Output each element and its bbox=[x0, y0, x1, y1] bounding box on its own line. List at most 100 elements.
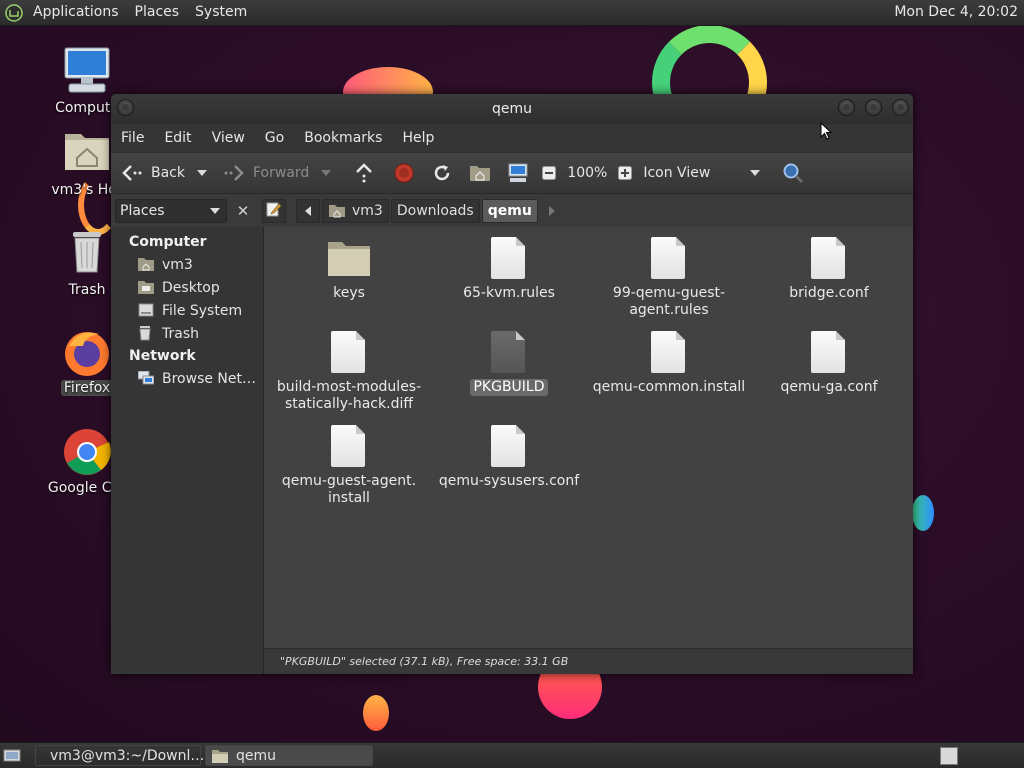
system-menu[interactable]: System bbox=[187, 0, 255, 25]
minimize-button[interactable] bbox=[838, 99, 855, 116]
file-item-selected[interactable]: PKGBUILD bbox=[429, 331, 589, 396]
file-item[interactable]: qemu-common.install bbox=[589, 331, 749, 396]
applications-menu[interactable]: Applications bbox=[25, 0, 127, 25]
menu-help[interactable]: Help bbox=[392, 124, 444, 152]
breadcrumb-qemu[interactable]: qemu bbox=[481, 199, 538, 223]
firefox-icon bbox=[61, 326, 113, 378]
breadcrumb-downloads[interactable]: Downloads bbox=[390, 199, 480, 223]
computer-icon bbox=[61, 46, 113, 98]
file-item[interactable]: build-most-modules-statically-hack.diff bbox=[269, 331, 429, 413]
zoom-in-icon bbox=[617, 162, 633, 184]
sidebar-item-label: Browse Net… bbox=[162, 370, 257, 387]
bottom-panel: vm3@vm3:~/Downl… qemu bbox=[0, 742, 1024, 768]
text-file-icon bbox=[489, 331, 529, 375]
clock[interactable]: Mon Dec 4, 20:02 bbox=[886, 0, 1024, 25]
breadcrumb-vm3[interactable]: vm3 bbox=[322, 199, 389, 223]
computer-button[interactable] bbox=[499, 153, 537, 193]
trash-icon bbox=[138, 325, 154, 342]
mouse-cursor-icon bbox=[820, 122, 832, 140]
view-mode-select[interactable]: Icon View bbox=[637, 153, 768, 193]
forward-button[interactable]: Forward bbox=[217, 153, 315, 193]
sidebar-item-vm3[interactable]: vm3 bbox=[111, 253, 263, 276]
up-button[interactable] bbox=[343, 153, 385, 193]
file-name: qemu-guest-agent. install bbox=[281, 473, 417, 506]
window-menu-button[interactable] bbox=[117, 99, 134, 116]
zoom-out-icon bbox=[541, 162, 557, 184]
home-folder-icon bbox=[328, 204, 346, 218]
menu-file[interactable]: File bbox=[111, 124, 154, 152]
folder-icon bbox=[328, 237, 370, 281]
breadcrumb-left-button[interactable] bbox=[296, 199, 320, 223]
sidebar-item-label: Desktop bbox=[162, 279, 220, 296]
back-button[interactable]: Back bbox=[111, 153, 191, 193]
sidebar-type-select[interactable]: Places bbox=[115, 199, 227, 223]
close-button[interactable] bbox=[892, 99, 909, 116]
forward-arrow-icon bbox=[223, 162, 245, 184]
maximize-button[interactable] bbox=[865, 99, 882, 116]
file-name: 99-qemu-guest-agent.rules bbox=[612, 285, 726, 318]
menu-edit[interactable]: Edit bbox=[154, 124, 201, 152]
desktop-icon bbox=[138, 280, 154, 296]
zoom-in-button[interactable] bbox=[613, 153, 637, 193]
menu-go[interactable]: Go bbox=[255, 124, 294, 152]
stop-icon bbox=[393, 162, 415, 184]
network-icon bbox=[138, 370, 154, 387]
text-file-icon bbox=[489, 237, 529, 281]
taskbar-item-label: vm3@vm3:~/Downl… bbox=[50, 747, 205, 764]
sidebar-item-label: vm3 bbox=[162, 256, 193, 273]
file-item[interactable]: 65-kvm.rules bbox=[429, 237, 589, 302]
wallpaper-shape bbox=[363, 695, 389, 731]
breadcrumb-label: qemu bbox=[487, 203, 532, 219]
top-panel: Applications Places System Mon Dec 4, 20… bbox=[0, 0, 1024, 26]
chevron-left-icon bbox=[305, 206, 311, 216]
file-item[interactable]: 99-qemu-guest-agent.rules bbox=[589, 237, 749, 319]
zoom-level[interactable]: 100% bbox=[561, 165, 613, 181]
sidebar-item-desktop[interactable]: Desktop bbox=[111, 276, 263, 299]
workspace-switcher[interactable] bbox=[940, 746, 958, 765]
sidebar-item-file-system[interactable]: File System bbox=[111, 299, 263, 322]
close-sidebar-button[interactable]: ✕ bbox=[233, 200, 253, 222]
wallpaper-shape bbox=[912, 495, 934, 531]
mint-logo-icon[interactable] bbox=[5, 3, 23, 22]
reload-button[interactable] bbox=[423, 153, 461, 193]
file-item[interactable]: qemu-sysusers.conf bbox=[429, 425, 589, 490]
sidebar-section-network: Network bbox=[129, 348, 196, 364]
back-arrow-icon bbox=[121, 162, 143, 184]
file-item[interactable]: bridge.conf bbox=[749, 237, 909, 302]
folder-icon bbox=[212, 749, 228, 763]
taskbar-item-qemu[interactable]: qemu bbox=[205, 745, 373, 766]
forward-history-dropdown[interactable] bbox=[315, 153, 343, 193]
back-history-dropdown[interactable] bbox=[191, 153, 217, 193]
status-bar: "PKGBUILD" selected (37.1 kB), Free spac… bbox=[264, 648, 913, 674]
chevron-right-icon bbox=[548, 206, 555, 216]
menu-bookmarks[interactable]: Bookmarks bbox=[294, 124, 392, 152]
breadcrumb: vm3 Downloads qemu bbox=[262, 194, 566, 228]
file-name: qemu-sysusers.conf bbox=[438, 473, 580, 489]
sidebar-type-label: Places bbox=[120, 203, 165, 219]
window-titlebar[interactable]: qemu bbox=[111, 94, 913, 124]
file-name: 65-kvm.rules bbox=[463, 285, 555, 301]
places-menu[interactable]: Places bbox=[127, 0, 188, 25]
workspace-icon bbox=[940, 746, 958, 765]
file-icon-view[interactable]: keys 65-kvm.rules 99-qemu-guest-agent.ru… bbox=[264, 227, 913, 674]
text-file-icon bbox=[489, 425, 529, 469]
reload-icon bbox=[431, 162, 453, 184]
taskbar-item-terminal[interactable]: vm3@vm3:~/Downl… bbox=[35, 745, 205, 766]
home-button[interactable] bbox=[461, 153, 499, 193]
show-desktop-icon[interactable] bbox=[3, 748, 21, 764]
zoom-out-button[interactable] bbox=[537, 153, 561, 193]
text-file-icon bbox=[329, 331, 369, 375]
text-file-icon bbox=[649, 237, 689, 281]
chevron-down-icon bbox=[750, 170, 761, 176]
toggle-location-entry-button[interactable] bbox=[262, 199, 286, 223]
sidebar-item-browse-network[interactable]: Browse Net… bbox=[111, 367, 263, 390]
file-item[interactable]: qemu-ga.conf bbox=[749, 331, 909, 396]
menu-view[interactable]: View bbox=[202, 124, 255, 152]
file-item[interactable]: keys bbox=[269, 237, 429, 302]
stop-button[interactable] bbox=[385, 153, 423, 193]
file-item[interactable]: qemu-guest-agent. install bbox=[269, 425, 429, 507]
breadcrumb-right-button[interactable] bbox=[540, 199, 564, 223]
sidebar: Computer vm3 Desktop File System Trash N… bbox=[111, 227, 264, 674]
sidebar-item-trash[interactable]: Trash bbox=[111, 322, 263, 345]
search-button[interactable] bbox=[768, 153, 812, 193]
